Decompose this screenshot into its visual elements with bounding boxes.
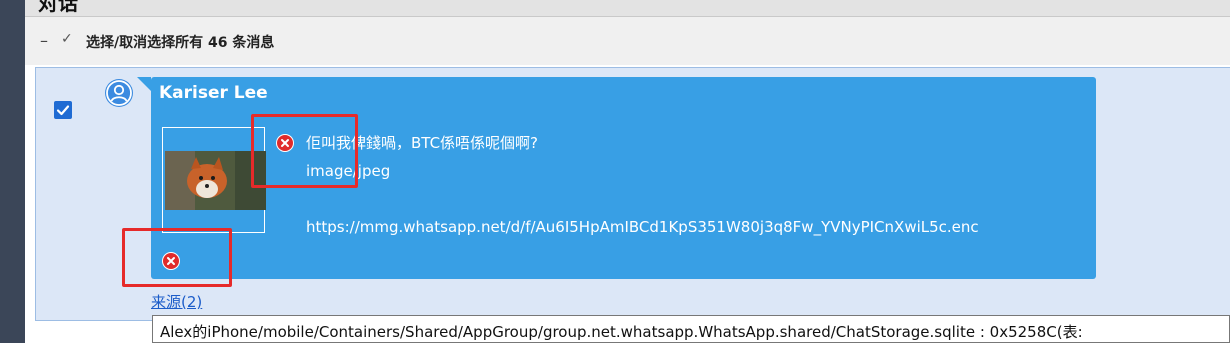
message-select-checkbox[interactable] (54, 101, 72, 119)
source-link[interactable]: 来源(2) (151, 291, 202, 312)
window-title-bar: 对话 (25, 0, 1230, 17)
bubble-tail (137, 77, 151, 91)
user-icon (106, 80, 132, 106)
select-all-label[interactable]: 选择/取消选择所有 46 条消息 (86, 32, 274, 52)
highlight-box-attachment-error (122, 228, 232, 287)
window-title: 对话 (38, 0, 78, 15)
left-rail (0, 0, 25, 343)
checkmark-icon[interactable]: ✓ (61, 31, 73, 47)
select-all-bar[interactable]: – ✓ 选择/取消选择所有 46 条消息 (25, 17, 1230, 65)
source-tooltip: Alex的iPhone/mobile/Containers/Shared/App… (152, 315, 1230, 343)
highlight-box-message-error (251, 114, 358, 188)
collapse-dash-icon[interactable]: – (40, 31, 48, 50)
avatar (105, 79, 133, 107)
checkbox-check-icon (56, 105, 70, 116)
attachment-url[interactable]: https://mmg.whatsapp.net/d/f/Au6I5HpAmIB… (306, 218, 979, 236)
sender-name: Kariser Lee (159, 83, 268, 103)
